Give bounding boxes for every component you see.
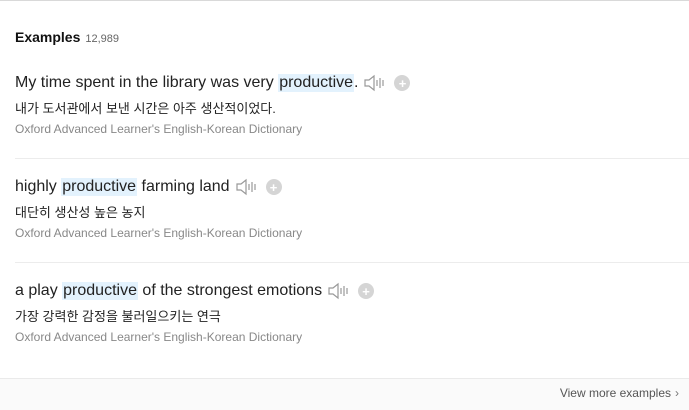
speaker-icon[interactable] [235,178,258,196]
example-sentence: a play productive of the strongest emoti… [15,280,689,302]
sentence-text: . [354,74,359,91]
sentence-text: a play [15,282,63,299]
top-divider [0,0,689,1]
example-sentence: My time spent in the library was very pr… [15,72,689,94]
example-source: Oxford Advanced Learner's English-Korean… [15,122,303,136]
view-more-link[interactable]: View more examples › [560,386,679,400]
view-more-label: View more examples [559,386,671,400]
example-divider [15,262,689,263]
example-source: Oxford Advanced Learner's English-Korean… [15,330,303,344]
example-item: My time spent in the library was very pr… [15,72,689,136]
example-source: Oxford Advanced Learner's English-Korean… [15,226,303,240]
sentence-text: My time spent in the library was very [15,74,279,91]
sentence-text: highly [15,178,62,195]
speaker-icon[interactable] [364,74,386,92]
plus-icon[interactable]: + [394,75,411,91]
highlighted-word: productive [278,74,355,92]
plus-icon[interactable]: + [265,179,282,195]
section-title: Examples [15,29,81,45]
example-translation: 대단히 생산성 높은 농지 [15,205,146,220]
highlighted-word: productive [61,178,138,196]
example-translation: 내가 도서관에서 보낸 시간은 아주 생산적이었다. [15,101,276,116]
example-divider [15,158,689,159]
chevron-right-icon: › [675,386,679,400]
example-item: highly productive farming land + 대단히 생산성… [15,176,689,240]
example-translation: 가장 강력한 감정을 불러일으키는 연극 [15,309,221,324]
example-item: a play productive of the strongest emoti… [15,280,689,344]
speaker-icon[interactable] [328,282,350,300]
examples-header: Examples 12,989 [15,29,119,45]
example-sentence: highly productive farming land + [15,176,689,198]
plus-icon[interactable]: + [358,283,375,299]
sentence-text: of the strongest emotions [137,282,323,299]
footer-bar: View more examples › [0,378,689,410]
sentence-text: farming land [137,178,230,195]
examples-count: 12,989 [85,33,120,45]
highlighted-word: productive [62,282,138,300]
